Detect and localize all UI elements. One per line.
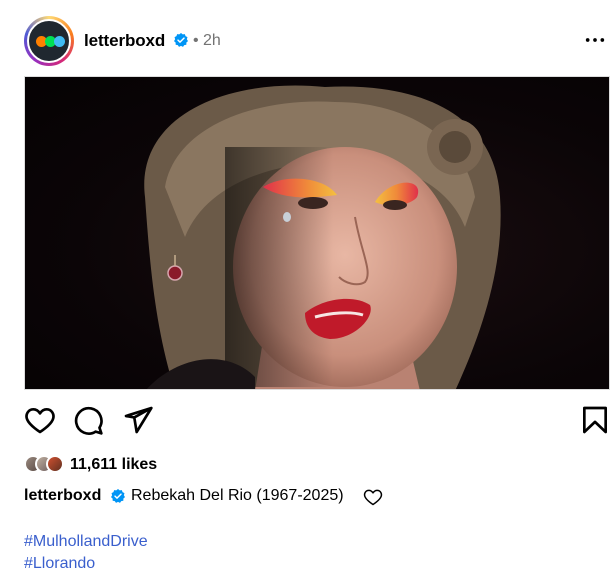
heart-icon[interactable] (24, 404, 56, 436)
caption-text: Rebekah Del Rio (1967-2025) (131, 487, 344, 504)
hashtag-link[interactable]: #MulhollandDrive (24, 533, 148, 551)
post-actions (24, 404, 610, 440)
post-caption: letterboxd Rebekah Del Rio (1967-2025) (24, 487, 383, 509)
portrait-illustration (144, 85, 501, 389)
timestamp[interactable]: 2h (203, 32, 221, 50)
avatar[interactable] (24, 16, 74, 66)
username[interactable]: letterboxd (84, 31, 165, 51)
liker-avatar (46, 455, 64, 473)
likes-count[interactable]: 11,611 likes (70, 456, 157, 474)
logo-dot-blue (54, 36, 65, 47)
more-horizontal-icon[interactable] (584, 30, 606, 50)
bookmark-icon[interactable] (579, 404, 611, 436)
paper-plane-icon[interactable] (122, 404, 154, 436)
separator-dot: • (193, 32, 199, 49)
comment-icon[interactable] (72, 404, 104, 436)
post-photo[interactable] (24, 76, 610, 390)
verified-badge-icon (111, 489, 125, 503)
hashtag-link[interactable]: #Llorando (24, 555, 95, 573)
verified-badge-icon (174, 33, 188, 47)
heart-outline-icon (363, 489, 383, 506)
post-header: letterboxd • 2h (24, 16, 608, 70)
letterboxd-logo (27, 19, 71, 63)
caption-username[interactable]: letterboxd (24, 487, 101, 504)
